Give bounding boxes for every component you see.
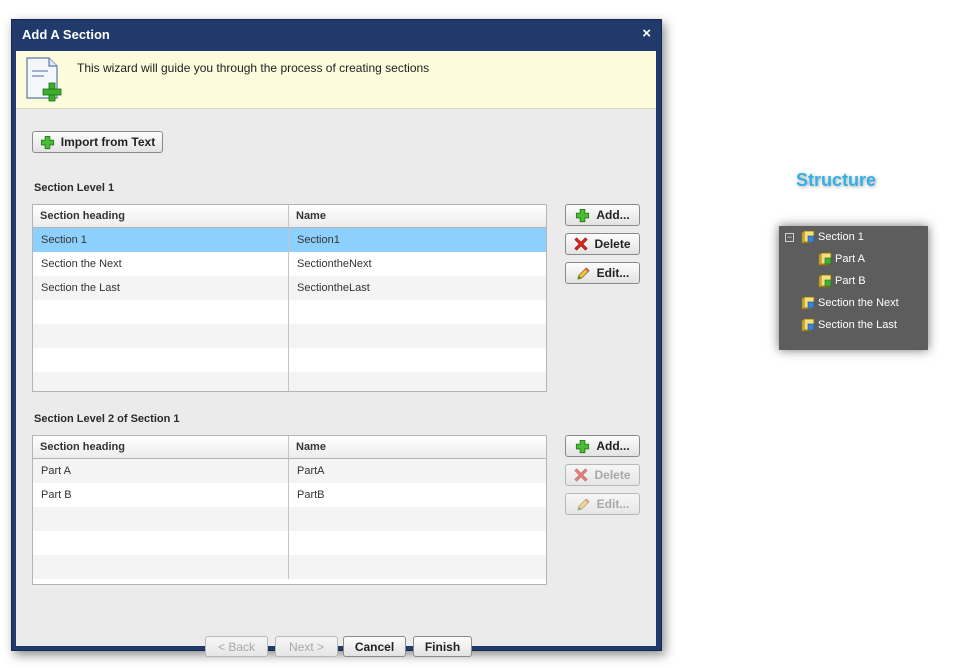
column-header-section-heading[interactable]: Section heading [33, 205, 289, 227]
finish-label: Finish [424, 639, 461, 654]
next-button[interactable]: Next > [275, 636, 338, 657]
column-header-section-heading[interactable]: Section heading [33, 436, 289, 458]
empty-row [33, 372, 546, 391]
red-x-icon [574, 237, 589, 251]
section-node-icon [801, 318, 815, 332]
cell-name: SectiontheNext [297, 258, 372, 270]
section-node-icon [801, 296, 815, 310]
back-label: < Back [217, 639, 256, 654]
wizard-banner: This wizard will guide you through the p… [16, 51, 656, 109]
tree-item-label: Part A [835, 253, 865, 265]
cell-section-heading: Section the Next [33, 252, 289, 276]
table-row[interactable]: Part B PartB [33, 483, 546, 507]
tree-item-section-the-last[interactable]: Section the Last [801, 318, 897, 332]
table-row[interactable]: Section 1 Section1 [33, 228, 546, 252]
level-2-edit-button[interactable]: Edit... [565, 493, 640, 515]
red-x-icon [574, 468, 589, 482]
dialog-title: Add A Section [22, 27, 110, 42]
level-1-delete-button[interactable]: Delete [565, 233, 640, 255]
cell-section-heading: Part B [33, 483, 289, 507]
edit-label: Edit... [596, 266, 630, 280]
empty-row [33, 300, 546, 324]
level-2-add-button[interactable]: Add... [565, 435, 640, 457]
add-label: Add... [596, 439, 630, 453]
tree-item-label: Section the Last [818, 319, 897, 331]
structure-title: Structure [796, 170, 877, 190]
section-level-2-grid: Section heading Name Part A PartA Part B… [32, 435, 547, 585]
edit-label: Edit... [596, 497, 630, 511]
cell-name: PartB [297, 489, 325, 501]
tree-item-label: Section the Next [818, 297, 899, 309]
section-node-icon [801, 230, 815, 244]
back-button[interactable]: < Back [205, 636, 268, 657]
cancel-button[interactable]: Cancel [343, 636, 406, 657]
grid-header: Section heading Name [33, 436, 546, 459]
level-2-delete-button[interactable]: Delete [565, 464, 640, 486]
dialog-body: Import from Text Section Level 1 Section… [16, 109, 656, 657]
tree-item-part-a[interactable]: Part A [818, 252, 865, 266]
add-label: Add... [596, 208, 630, 222]
structure-tree: − Section 1 Part A Part B Section the Ne… [779, 226, 928, 350]
tree-item-section-the-next[interactable]: Section the Next [801, 296, 899, 310]
tree-item-section-1[interactable]: Section 1 [801, 230, 864, 244]
cell-name: PartA [297, 465, 325, 477]
cancel-label: Cancel [354, 639, 395, 654]
import-from-text-label: Import from Text [60, 135, 156, 149]
section-node-icon [818, 252, 832, 266]
plus-icon [40, 135, 54, 149]
tree-item-label: Section 1 [818, 231, 864, 243]
table-row[interactable]: Section the Next SectiontheNext [33, 252, 546, 276]
import-from-text-button[interactable]: Import from Text [32, 131, 163, 153]
grid-header: Section heading Name [33, 205, 546, 228]
delete-label: Delete [594, 237, 631, 251]
cell-section-heading: Section 1 [33, 228, 289, 252]
column-header-name[interactable]: Name [289, 205, 546, 227]
cell-section-heading: Section the Last [33, 276, 289, 300]
cell-section-heading: Part A [33, 459, 289, 483]
section-node-icon [818, 274, 832, 288]
tree-item-label: Part B [835, 275, 866, 287]
banner-message: This wizard will guide you through the p… [77, 61, 430, 75]
collapse-toggle[interactable]: − [785, 233, 794, 242]
cell-name: SectiontheLast [297, 282, 370, 294]
next-label: Next > [288, 639, 324, 654]
add-section-dialog: Add A Section × This wizard will guide y… [11, 19, 662, 657]
level-1-edit-button[interactable]: Edit... [565, 262, 640, 284]
empty-row [33, 531, 546, 555]
finish-button[interactable]: Finish [413, 636, 472, 657]
plus-icon [576, 439, 590, 453]
empty-row [33, 555, 546, 579]
table-row[interactable]: Part A PartA [33, 459, 546, 483]
pencil-icon [577, 266, 590, 280]
table-row[interactable]: Section the Last SectiontheLast [33, 276, 546, 300]
tree-item-part-b[interactable]: Part B [818, 274, 866, 288]
new-document-icon [26, 57, 62, 102]
close-icon[interactable]: × [642, 25, 651, 43]
empty-row [33, 348, 546, 372]
empty-row [33, 507, 546, 531]
plus-icon [576, 208, 590, 222]
dialog-titlebar[interactable]: Add A Section × [12, 20, 661, 50]
level-1-add-button[interactable]: Add... [565, 204, 640, 226]
pencil-icon [577, 497, 590, 511]
empty-row [33, 324, 546, 348]
section-level-2-label: Section Level 2 of Section 1 [34, 413, 180, 425]
delete-label: Delete [594, 468, 631, 482]
section-level-1-label: Section Level 1 [34, 182, 115, 194]
cell-name: Section1 [297, 234, 340, 246]
section-level-1-grid: Section heading Name Section 1 Section1 … [32, 204, 547, 392]
column-header-name[interactable]: Name [289, 436, 546, 458]
